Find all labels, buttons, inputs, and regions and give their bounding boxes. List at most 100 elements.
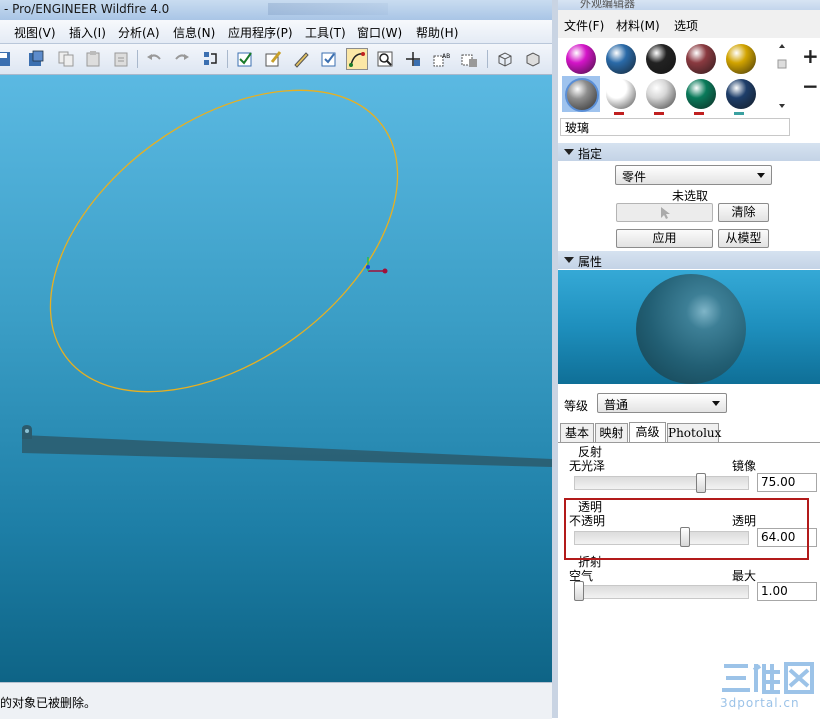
grade-value: 普通	[604, 398, 629, 412]
bar-part-geometry	[22, 425, 552, 467]
assign-section-title: 指定	[578, 147, 603, 161]
reflection-slider-thumb[interactable]	[696, 473, 707, 493]
refraction-slider-thumb[interactable]	[574, 581, 584, 601]
svg-text:AB: AB	[442, 53, 450, 60]
swatch-black[interactable]	[646, 44, 676, 74]
from-model-button[interactable]: 从模型	[718, 229, 769, 248]
image-view-icon[interactable]	[458, 48, 480, 70]
title-ghost-text	[268, 3, 388, 15]
menu-tools[interactable]: 工具(T)	[305, 24, 346, 41]
main-toolbar: AB	[0, 44, 552, 75]
collapse-triangle-icon	[564, 149, 574, 155]
menu-applications[interactable]: 应用程序(P)	[228, 24, 293, 41]
preview-sphere	[636, 274, 746, 384]
material-swatch-palette	[562, 42, 792, 112]
place-point-icon[interactable]	[402, 48, 424, 70]
add-material-icon[interactable]: +	[802, 44, 819, 68]
menu-help[interactable]: 帮助(H)	[416, 24, 458, 41]
material-preview	[558, 270, 820, 384]
tab-basic[interactable]: 基本	[560, 423, 594, 442]
save-icon[interactable]	[0, 48, 14, 70]
menu-info[interactable]: 信息(N)	[173, 24, 215, 41]
collapse-triangle-icon	[564, 257, 574, 263]
refraction-max-label: 最大	[732, 569, 757, 583]
swatch-magenta[interactable]	[566, 44, 596, 74]
dropdown-arrow-icon	[712, 401, 720, 406]
swatch-maroon[interactable]	[686, 44, 716, 74]
check-model-icon[interactable]	[234, 48, 256, 70]
assign-type-value: 零件	[622, 170, 647, 184]
apply-button[interactable]: 应用	[616, 229, 713, 248]
menu-window[interactable]: 窗口(W)	[357, 24, 402, 41]
cursor-arrow-icon	[660, 207, 670, 219]
appearance-check-icon[interactable]	[318, 48, 340, 70]
pencil-icon[interactable]	[290, 48, 312, 70]
select-cursor-button[interactable]	[616, 203, 713, 222]
main-menubar: 视图(V) 插入(I) 分析(A) 信息(N) 应用程序(P) 工具(T) 窗口…	[0, 20, 552, 44]
paste-special-icon[interactable]	[110, 48, 132, 70]
swatch-navy[interactable]	[726, 79, 756, 109]
swatch-gold[interactable]	[726, 44, 756, 74]
status-message: 的对象已被删除。	[0, 696, 97, 710]
clear-button[interactable]: 清除	[718, 203, 769, 222]
editor-titlebar: 外观编辑器	[558, 0, 820, 10]
menu-insert[interactable]: 插入(I)	[69, 24, 106, 41]
zoom-icon[interactable]	[374, 48, 396, 70]
transparency-highlight-annotation	[564, 498, 809, 560]
editor-menubar: 文件(F) 材料(M) 选项	[558, 10, 820, 38]
editor-title: 外观编辑器	[580, 0, 635, 10]
watermark-logo	[722, 662, 814, 694]
view-shaded-icon[interactable]	[522, 48, 544, 70]
assign-section-header[interactable]: 指定	[558, 143, 820, 161]
swatch-row-marks	[614, 112, 744, 115]
swatch-light-gray[interactable]	[646, 79, 676, 109]
refraction-value-input[interactable]: 1.00	[757, 582, 817, 601]
proe-main-window: - Pro/ENGINEER Wildfire 4.0 视图(V) 插入(I) …	[0, 0, 552, 719]
paste-icon[interactable]	[82, 48, 104, 70]
selection-status: 未选取	[672, 189, 709, 203]
view-box-icon[interactable]	[494, 48, 516, 70]
dropdown-arrow-icon	[757, 173, 765, 178]
properties-section-header[interactable]: 属性	[558, 251, 820, 269]
menu-material[interactable]: 材料(M)	[616, 17, 660, 34]
material-name-field[interactable]: 玻璃	[560, 118, 790, 136]
datum-curve-icon[interactable]	[346, 48, 368, 70]
reflection-max-label: 镜像	[732, 459, 757, 473]
appearance-editor-window: 外观编辑器 文件(F) 材料(M) 选项 + − 玻璃 指定 零件 未选取 清除…	[558, 0, 820, 718]
watermark-site: 3dportal.cn	[720, 696, 800, 710]
undo-icon[interactable]	[143, 48, 165, 70]
properties-section-title: 属性	[578, 255, 603, 269]
reflection-value-input[interactable]: 75.00	[757, 473, 817, 492]
edit-icon[interactable]	[262, 48, 284, 70]
swatch-blue[interactable]	[606, 44, 636, 74]
text-style-icon[interactable]: AB	[430, 48, 452, 70]
graphics-viewport[interactable]	[0, 75, 552, 682]
copy-icon[interactable]	[55, 48, 77, 70]
swatch-green[interactable]	[686, 79, 716, 109]
remove-material-icon[interactable]: −	[802, 74, 819, 98]
menu-view[interactable]: 视图(V)	[14, 24, 56, 41]
reflection-slider-track[interactable]	[574, 476, 749, 490]
menu-analysis[interactable]: 分析(A)	[118, 24, 160, 41]
grade-label: 等级	[564, 399, 589, 413]
grade-dropdown[interactable]: 普通	[597, 393, 727, 413]
regenerate-icon[interactable]	[199, 48, 221, 70]
main-window-title: - Pro/ENGINEER Wildfire 4.0	[4, 2, 170, 16]
tab-photolux[interactable]: Photolux	[667, 423, 721, 442]
main-titlebar: - Pro/ENGINEER Wildfire 4.0	[0, 0, 552, 20]
sketched-ellipse-curve	[49, 89, 399, 393]
watermark: 3dportal.cn	[720, 660, 816, 712]
refraction-slider-track[interactable]	[574, 585, 749, 599]
tab-mapping[interactable]: 映射	[595, 423, 628, 442]
save-copy-icon[interactable]	[25, 48, 47, 70]
swatch-glass-selected[interactable]	[565, 78, 599, 112]
redo-icon[interactable]	[171, 48, 193, 70]
menu-file[interactable]: 文件(F)	[564, 17, 604, 34]
menu-options[interactable]: 选项	[674, 17, 698, 34]
swatch-white[interactable]	[606, 79, 636, 109]
assign-type-dropdown[interactable]: 零件	[615, 165, 772, 185]
status-bar: 的对象已被删除。	[0, 682, 552, 719]
tab-advanced[interactable]: 高级	[629, 422, 666, 442]
swatch-scrollbar[interactable]	[776, 42, 788, 112]
reflection-min-label: 无光泽	[569, 459, 606, 473]
